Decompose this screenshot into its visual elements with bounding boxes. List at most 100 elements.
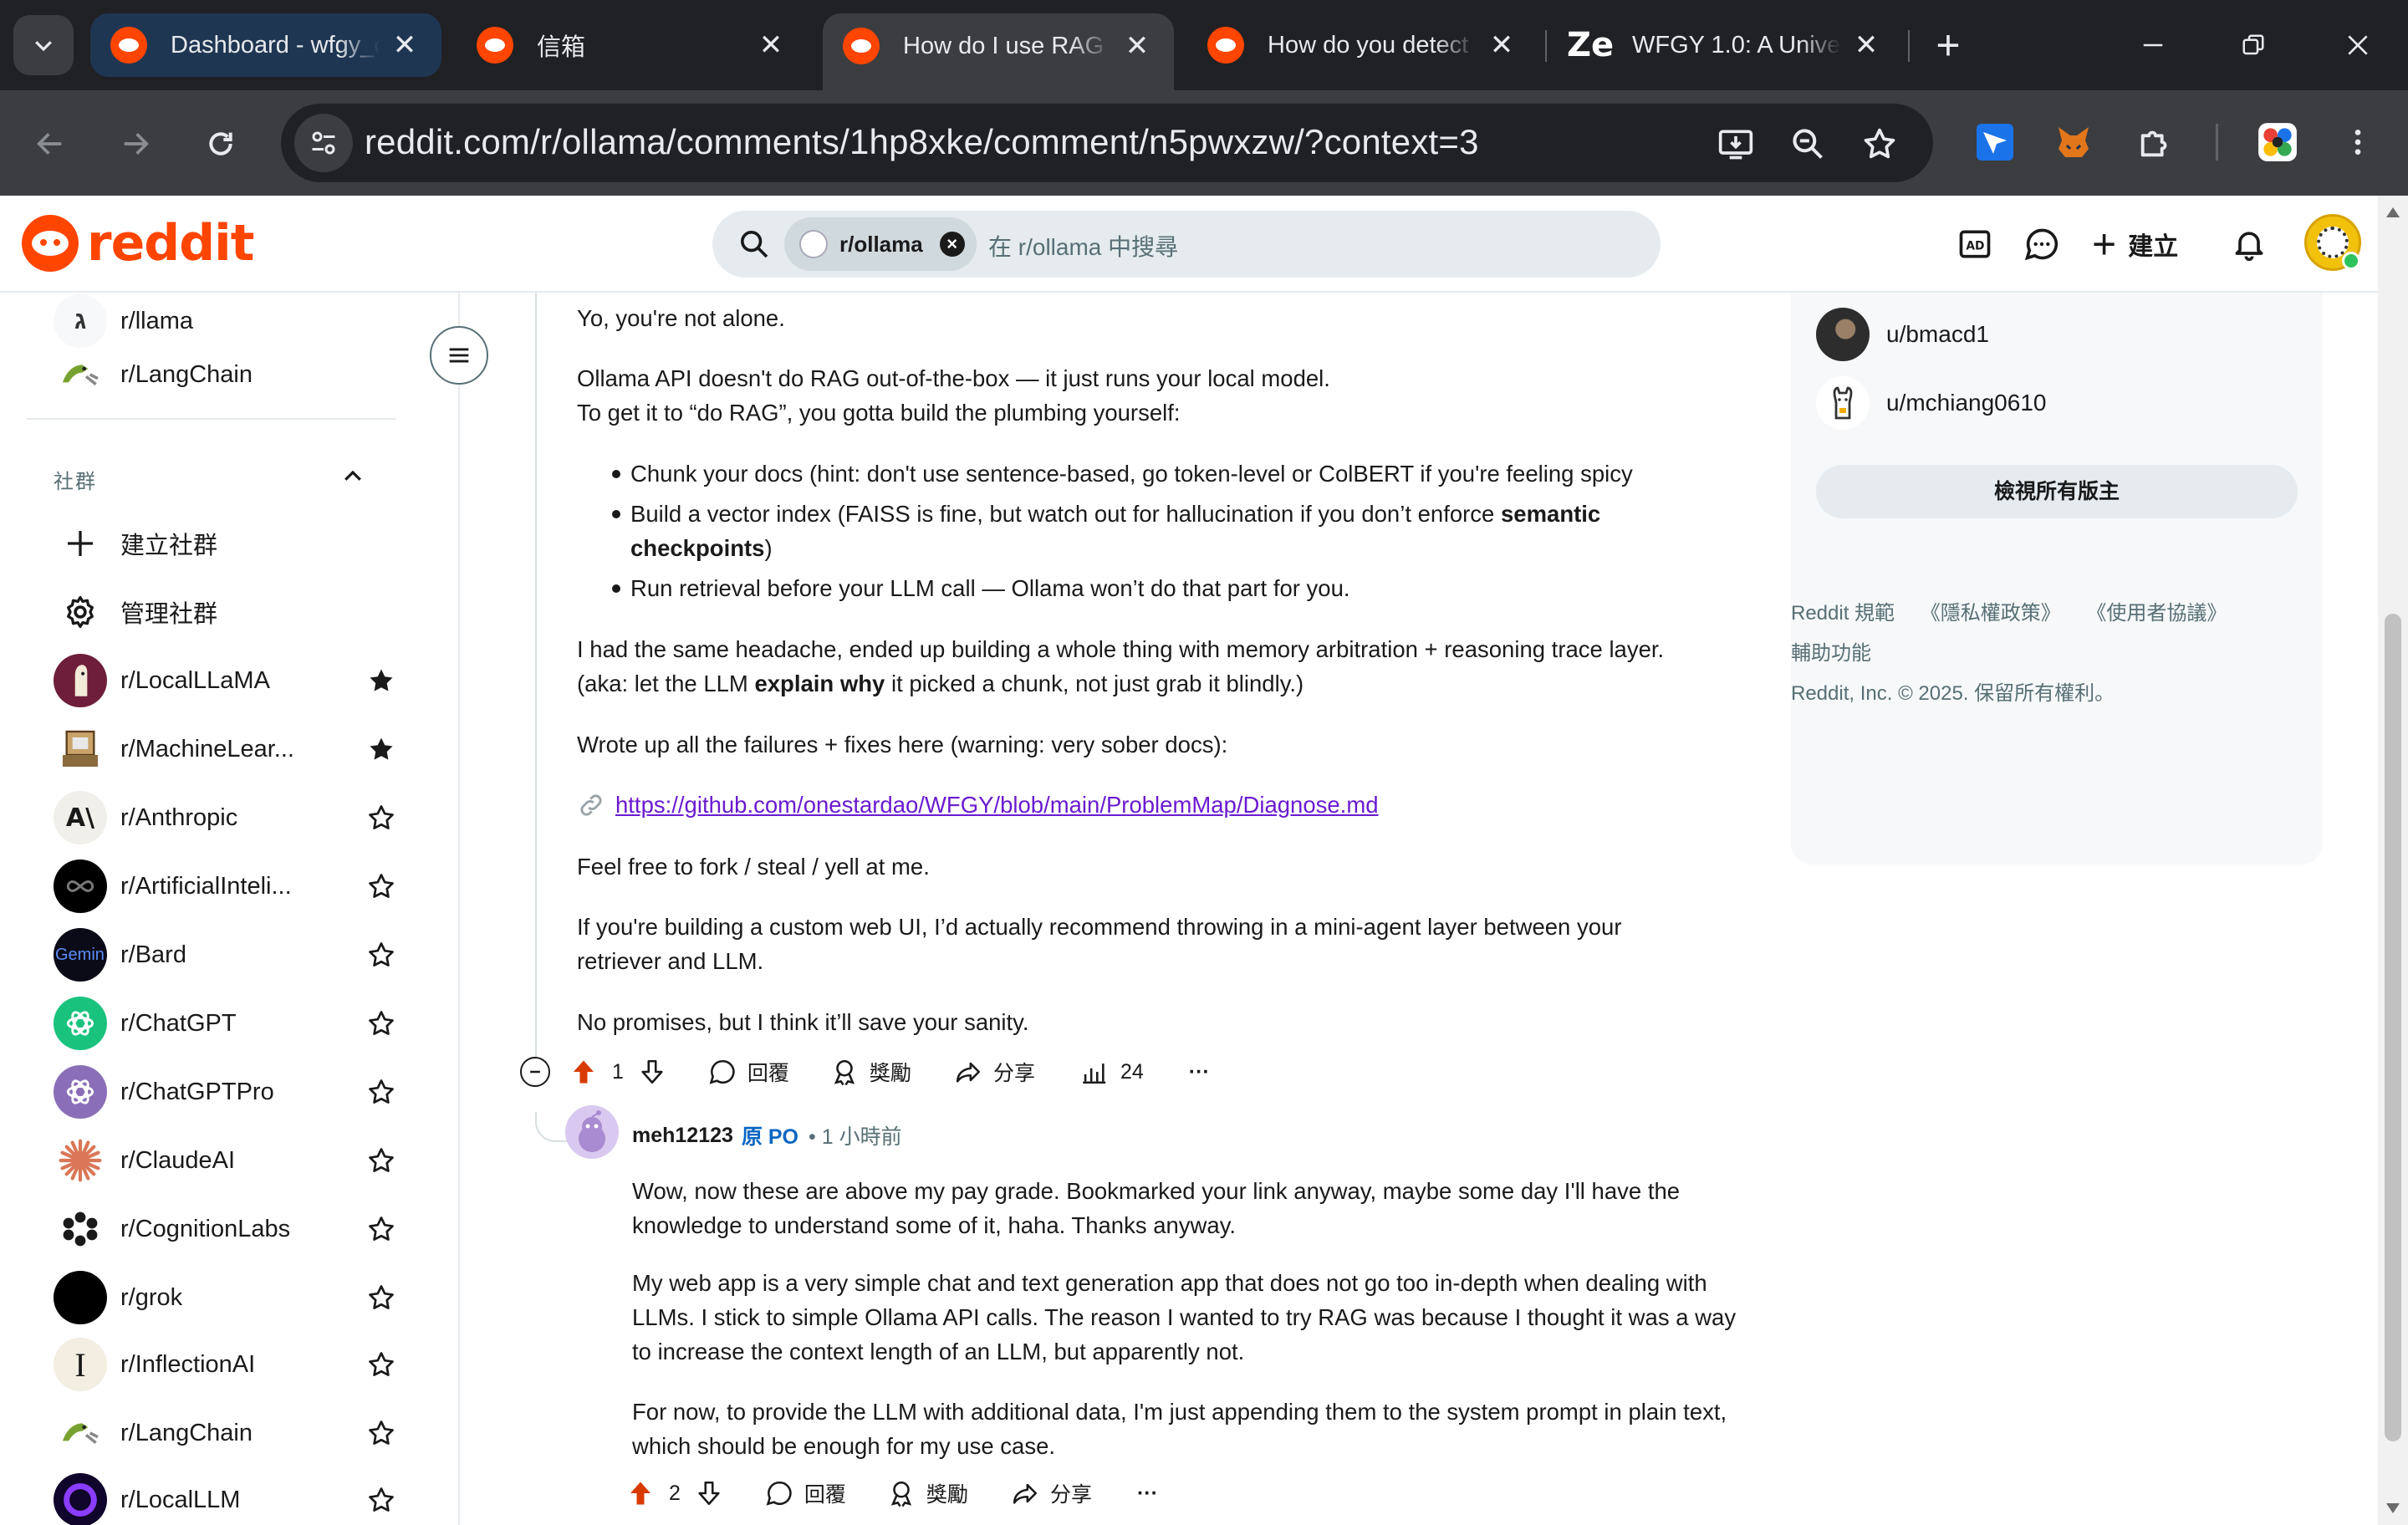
more-options-button[interactable]: ···	[1137, 1482, 1158, 1506]
close-window-button[interactable]	[2320, 17, 2395, 74]
advertise-button[interactable]: AD	[1951, 221, 1998, 268]
favorite-star-outline-icon[interactable]	[363, 799, 400, 836]
tab-close-icon[interactable]: ✕	[1485, 28, 1518, 62]
sidebar-item-inflectionai[interactable]: I r/InflectionAI	[54, 1334, 405, 1395]
sidebar-item-claudeai[interactable]: r/ClaudeAI	[54, 1130, 405, 1191]
reddit-logo[interactable]: reddit	[22, 214, 254, 273]
user-avatar[interactable]	[2304, 214, 2361, 271]
manage-communities-button[interactable]: 管理社群	[54, 582, 217, 642]
favorite-star-outline-icon[interactable]	[363, 1279, 400, 1316]
sidebar-item-machinelearning[interactable]: r/MachineLear...	[54, 719, 405, 779]
comment-paragraph: To get it to “do RAG”, you gotta build t…	[577, 400, 1181, 426]
browser-tab-active[interactable]: How do I use RAG in ✕	[823, 13, 1174, 90]
scroll-down-arrow-icon[interactable]	[2386, 1503, 2400, 1513]
footer-link-accessibility[interactable]: 輔助功能	[1791, 642, 1871, 665]
sidebar-item-langchain-2[interactable]: r/LangChain	[54, 1403, 405, 1463]
sidebar-item-artificialintelligence[interactable]: r/ArtificialInteli...	[54, 856, 405, 916]
browser-tab[interactable]: How do you detect ✕	[1187, 13, 1538, 77]
search-bar[interactable]: r/ollama × 在 r/ollama 中搜尋	[712, 211, 1661, 278]
search-scope-chip[interactable]: r/ollama ×	[784, 217, 977, 271]
reply-button[interactable]: 回覆	[706, 1055, 789, 1089]
collapse-thread-button[interactable]	[520, 1057, 550, 1087]
downvote-icon[interactable]	[692, 1477, 726, 1510]
sidebar-item-llama[interactable]: ג r/llama	[54, 293, 405, 351]
share-button[interactable]: 分享	[951, 1055, 1035, 1089]
github-link[interactable]: https://github.com/onestardao/WFGY/blob/…	[615, 788, 1379, 822]
scrollbar-thumb[interactable]	[2385, 614, 2401, 1441]
browser-menu-button[interactable]	[2329, 114, 2386, 171]
footer-link-privacy[interactable]: 《隱私權政策》	[1921, 602, 2061, 625]
browser-tab[interactable]: Ze WFGY 1.0: A Univer ✕	[1552, 13, 1903, 77]
create-post-button[interactable]: + 建立	[2092, 219, 2178, 269]
create-community-button[interactable]: 建立社群	[54, 513, 217, 574]
address-bar[interactable]: reddit.com/r/ollama/comments/1hp8xke/com…	[281, 104, 1933, 182]
restore-button[interactable]	[2216, 17, 2291, 74]
forward-button[interactable]	[107, 115, 164, 172]
scroll-up-arrow-icon[interactable]	[2386, 207, 2400, 217]
reply-author[interactable]: meh12123	[632, 1124, 733, 1148]
footer-link-rules[interactable]: Reddit 規範	[1791, 602, 1895, 625]
favorite-star-outline-icon[interactable]	[363, 1142, 400, 1179]
upvote-filled-icon[interactable]	[567, 1055, 600, 1089]
install-app-button[interactable]	[1711, 119, 1761, 169]
sidebar-item-anthropic[interactable]: A\ r/Anthropic	[54, 788, 405, 848]
award-button[interactable]: 獎勵	[828, 1055, 911, 1089]
insights-button[interactable]: 24	[1077, 1055, 1144, 1089]
zoom-button[interactable]	[1783, 119, 1833, 169]
new-tab-button[interactable]: +	[1923, 22, 1973, 72]
notifications-button[interactable]	[2226, 221, 2273, 268]
browser-tab[interactable]: Dashboard - wfgy_c ✕	[90, 13, 441, 77]
downvote-icon[interactable]	[635, 1055, 669, 1089]
share-button[interactable]: 分享	[1008, 1477, 1092, 1510]
back-button[interactable]	[22, 115, 79, 172]
reply-button[interactable]: 回覆	[763, 1477, 846, 1510]
moderator-row[interactable]: u/bmacd1	[1816, 304, 1989, 365]
tab-close-icon[interactable]: ✕	[1849, 28, 1883, 62]
extension-button[interactable]	[1967, 114, 2023, 171]
chat-button[interactable]	[2018, 221, 2065, 268]
more-options-button[interactable]: ···	[1189, 1060, 1210, 1084]
favorite-star-outline-icon[interactable]	[363, 1346, 400, 1383]
clear-scope-icon[interactable]: ×	[939, 232, 965, 257]
tab-search-button[interactable]	[13, 15, 74, 75]
favorite-star-outline-icon[interactable]	[363, 1005, 400, 1042]
tab-close-icon[interactable]: ✕	[388, 28, 421, 62]
extension-button[interactable]	[2045, 114, 2102, 171]
favorite-star-outline-icon[interactable]	[363, 936, 400, 973]
extensions-button[interactable]	[2127, 114, 2184, 171]
search-input[interactable]: 在 r/ollama 中搜尋	[988, 229, 1178, 263]
favorite-star-outline-icon[interactable]	[363, 868, 400, 905]
profile-button[interactable]	[2249, 114, 2306, 171]
sidebar-item-cognitionlabs[interactable]: r/CognitionLabs	[54, 1199, 405, 1259]
award-button[interactable]: 獎勵	[885, 1477, 968, 1510]
view-all-moderators-button[interactable]: 檢視所有版主	[1816, 465, 2298, 518]
minimize-button[interactable]	[2115, 17, 2191, 74]
sidebar-item-langchain[interactable]: r/LangChain	[54, 344, 405, 405]
browser-tab[interactable]: 信箱 ✕	[457, 13, 808, 77]
sidebar-item-bard[interactable]: Gemin r/Bard	[54, 925, 405, 985]
sidebar-item-localllm[interactable]: r/LocalLLM	[54, 1470, 405, 1525]
section-collapse-button[interactable]	[334, 458, 371, 495]
footer-link-user-agreement[interactable]: 《使用者協議》	[2086, 602, 2227, 625]
tab-close-icon[interactable]: ✕	[754, 28, 788, 62]
favorite-star-outline-icon[interactable]	[363, 1482, 400, 1518]
site-info-button[interactable]	[294, 114, 353, 172]
avatar[interactable]	[565, 1105, 619, 1159]
favorite-star-filled-icon[interactable]	[363, 731, 400, 768]
sidebar-collapse-button[interactable]	[430, 326, 488, 385]
sidebar-item-localllama[interactable]: r/LocalLLaMA	[54, 650, 405, 711]
reload-button[interactable]	[192, 115, 249, 172]
sidebar-item-chatgpt[interactable]: r/ChatGPT	[54, 993, 405, 1053]
favorite-star-outline-icon[interactable]	[363, 1415, 400, 1451]
url-text[interactable]: reddit.com/r/ollama/comments/1hp8xke/com…	[365, 122, 1479, 162]
page-scrollbar[interactable]	[2378, 196, 2408, 1525]
sidebar-item-chatgptpro[interactable]: r/ChatGPTPro	[54, 1062, 405, 1122]
tab-close-icon[interactable]: ✕	[1120, 29, 1154, 63]
bookmark-star-button[interactable]	[1854, 119, 1905, 169]
favorite-star-outline-icon[interactable]	[363, 1211, 400, 1247]
upvote-filled-icon[interactable]	[624, 1477, 657, 1510]
favorite-star-outline-icon[interactable]	[363, 1074, 400, 1110]
sidebar-item-grok[interactable]: r/grok	[54, 1267, 405, 1328]
favorite-star-filled-icon[interactable]	[363, 662, 400, 699]
moderator-row[interactable]: u/mchiang0610	[1816, 373, 2046, 433]
